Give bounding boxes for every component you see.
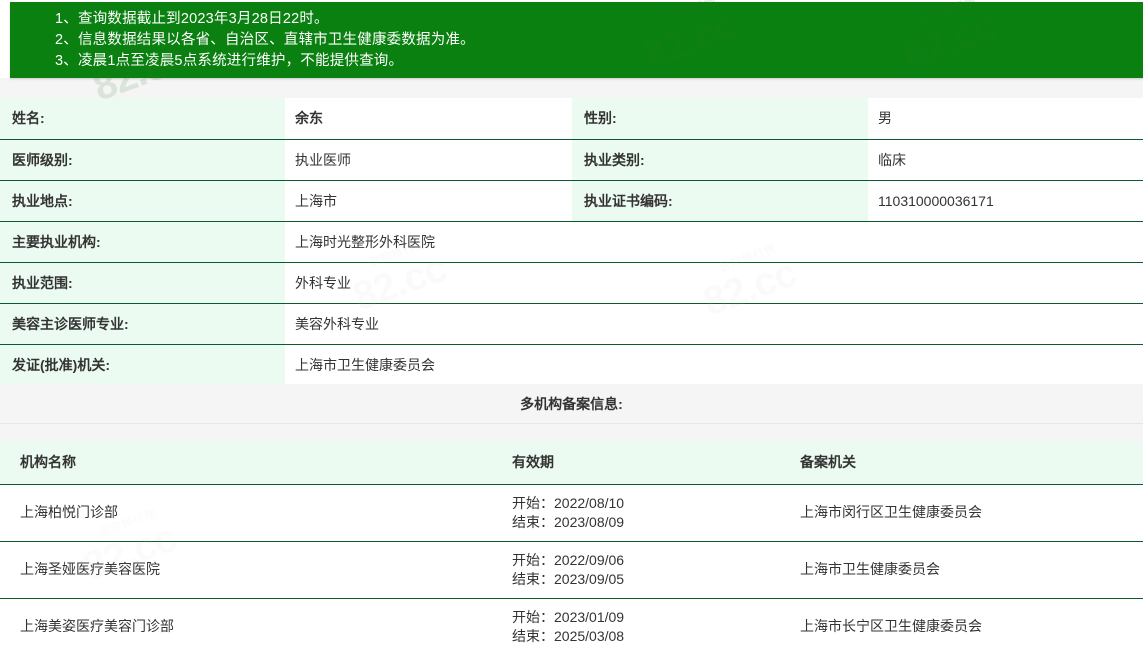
- cell-validity-period: 开始：2023/01/09 结束：2025/03/08: [492, 598, 780, 652]
- label-license-number: 执业证书编码:: [572, 180, 868, 222]
- page-root: 1、查询数据截止到2023年3月28日22时。 2、信息数据结果以各省、自治区、…: [0, 0, 1143, 652]
- label-practice-location: 执业地点:: [0, 180, 285, 222]
- doctor-info-table: 姓名: 余东 性别: 男 医师级别: 执业医师 执业类别: 临床 执业地点: 上…: [0, 98, 1143, 386]
- value-license-number: 110310000036171: [868, 180, 1143, 222]
- cell-filing-authority: 上海市卫生健康委员会: [780, 541, 1143, 599]
- value-main-institution: 上海时光整形外科医院: [285, 221, 1143, 263]
- table-row: 执业地点: 上海市 执业证书编码: 110310000036171: [0, 180, 1143, 222]
- validity-start: 开始：2022/09/06: [512, 551, 625, 568]
- validity-start: 开始：2022/08/10: [512, 494, 625, 511]
- table-row: 发证(批准)机关: 上海市卫生健康委员会: [0, 344, 1143, 386]
- label-cosmetic-specialty: 美容主诊医师专业:: [0, 303, 285, 345]
- notice-line-3: 3、凌晨1点至凌晨5点系统进行维护，不能提供查询。: [55, 53, 404, 69]
- value-issuing-authority: 上海市卫生健康委员会: [285, 344, 1143, 386]
- validity-end: 结束：2023/08/09: [512, 513, 625, 530]
- table-row: 执业范围: 外科专业: [0, 262, 1143, 304]
- label-main-institution: 主要执业机构:: [0, 221, 285, 263]
- notice-banner: 1、查询数据截止到2023年3月28日22时。 2、信息数据结果以各省、自治区、…: [10, 2, 1143, 78]
- table-row: 主要执业机构: 上海时光整形外科医院: [0, 221, 1143, 263]
- validity-start: 开始：2023/01/09: [512, 608, 625, 625]
- label-name: 姓名:: [0, 98, 285, 140]
- cell-filing-authority: 上海市闵行区卫生健康委员会: [780, 484, 1143, 542]
- notice-line-2: 2、信息数据结果以各省、自治区、直辖市卫生健康委数据为准。: [55, 32, 475, 48]
- label-doctor-level: 医师级别:: [0, 139, 285, 181]
- column-header-validity-period: 有效期: [492, 441, 780, 485]
- label-practice-scope: 执业范围:: [0, 262, 285, 304]
- value-practice-location: 上海市: [285, 180, 572, 222]
- table-row: 美容主诊医师专业: 美容外科专业: [0, 303, 1143, 345]
- cell-validity-period: 开始：2022/08/10 结束：2023/08/09: [492, 484, 780, 542]
- value-practice-scope: 外科专业: [285, 262, 1143, 304]
- section-title: 多机构备案信息:: [0, 384, 1143, 424]
- label-gender: 性别:: [572, 98, 868, 140]
- cell-institution-name: 上海美姿医疗美容门诊部: [0, 598, 492, 652]
- notice-line-1: 1、查询数据截止到2023年3月28日22时。: [55, 11, 329, 27]
- background-strip: [0, 78, 1143, 98]
- validity-end: 结束：2023/09/05: [512, 570, 625, 587]
- label-issuing-authority: 发证(批准)机关:: [0, 344, 285, 386]
- value-doctor-level: 执业医师: [285, 139, 572, 181]
- value-cosmetic-specialty: 美容外科专业: [285, 303, 1143, 345]
- cell-validity-period: 开始：2022/09/06 结束：2023/09/05: [492, 541, 780, 599]
- multi-institution-section-band: 多机构备案信息:: [0, 384, 1143, 441]
- multi-institution-records-table: 机构名称 有效期 备案机关 上海柏悦门诊部 开始：2022/08/10 结束：2…: [0, 441, 1143, 652]
- table-row: 医师级别: 执业医师 执业类别: 临床: [0, 139, 1143, 181]
- value-gender: 男: [868, 98, 1143, 140]
- cell-filing-authority: 上海市长宁区卫生健康委员会: [780, 598, 1143, 652]
- label-practice-category: 执业类别:: [572, 139, 868, 181]
- column-header-institution-name: 机构名称: [0, 441, 492, 485]
- validity-end: 结束：2025/03/08: [512, 627, 625, 644]
- cell-institution-name: 上海柏悦门诊部: [0, 484, 492, 542]
- value-name: 余东: [285, 98, 572, 140]
- table-header-row: 机构名称 有效期 备案机关: [0, 441, 1143, 485]
- column-header-filing-authority: 备案机关: [780, 441, 1143, 485]
- cell-institution-name: 上海圣娅医疗美容医院: [0, 541, 492, 599]
- table-row: 上海柏悦门诊部 开始：2022/08/10 结束：2023/08/09 上海市闵…: [0, 484, 1143, 542]
- value-practice-category: 临床: [868, 139, 1143, 181]
- table-row: 姓名: 余东 性别: 男: [0, 98, 1143, 140]
- table-row: 上海美姿医疗美容门诊部 开始：2023/01/09 结束：2025/03/08 …: [0, 598, 1143, 652]
- table-row: 上海圣娅医疗美容医院 开始：2022/09/06 结束：2023/09/05 上…: [0, 541, 1143, 599]
